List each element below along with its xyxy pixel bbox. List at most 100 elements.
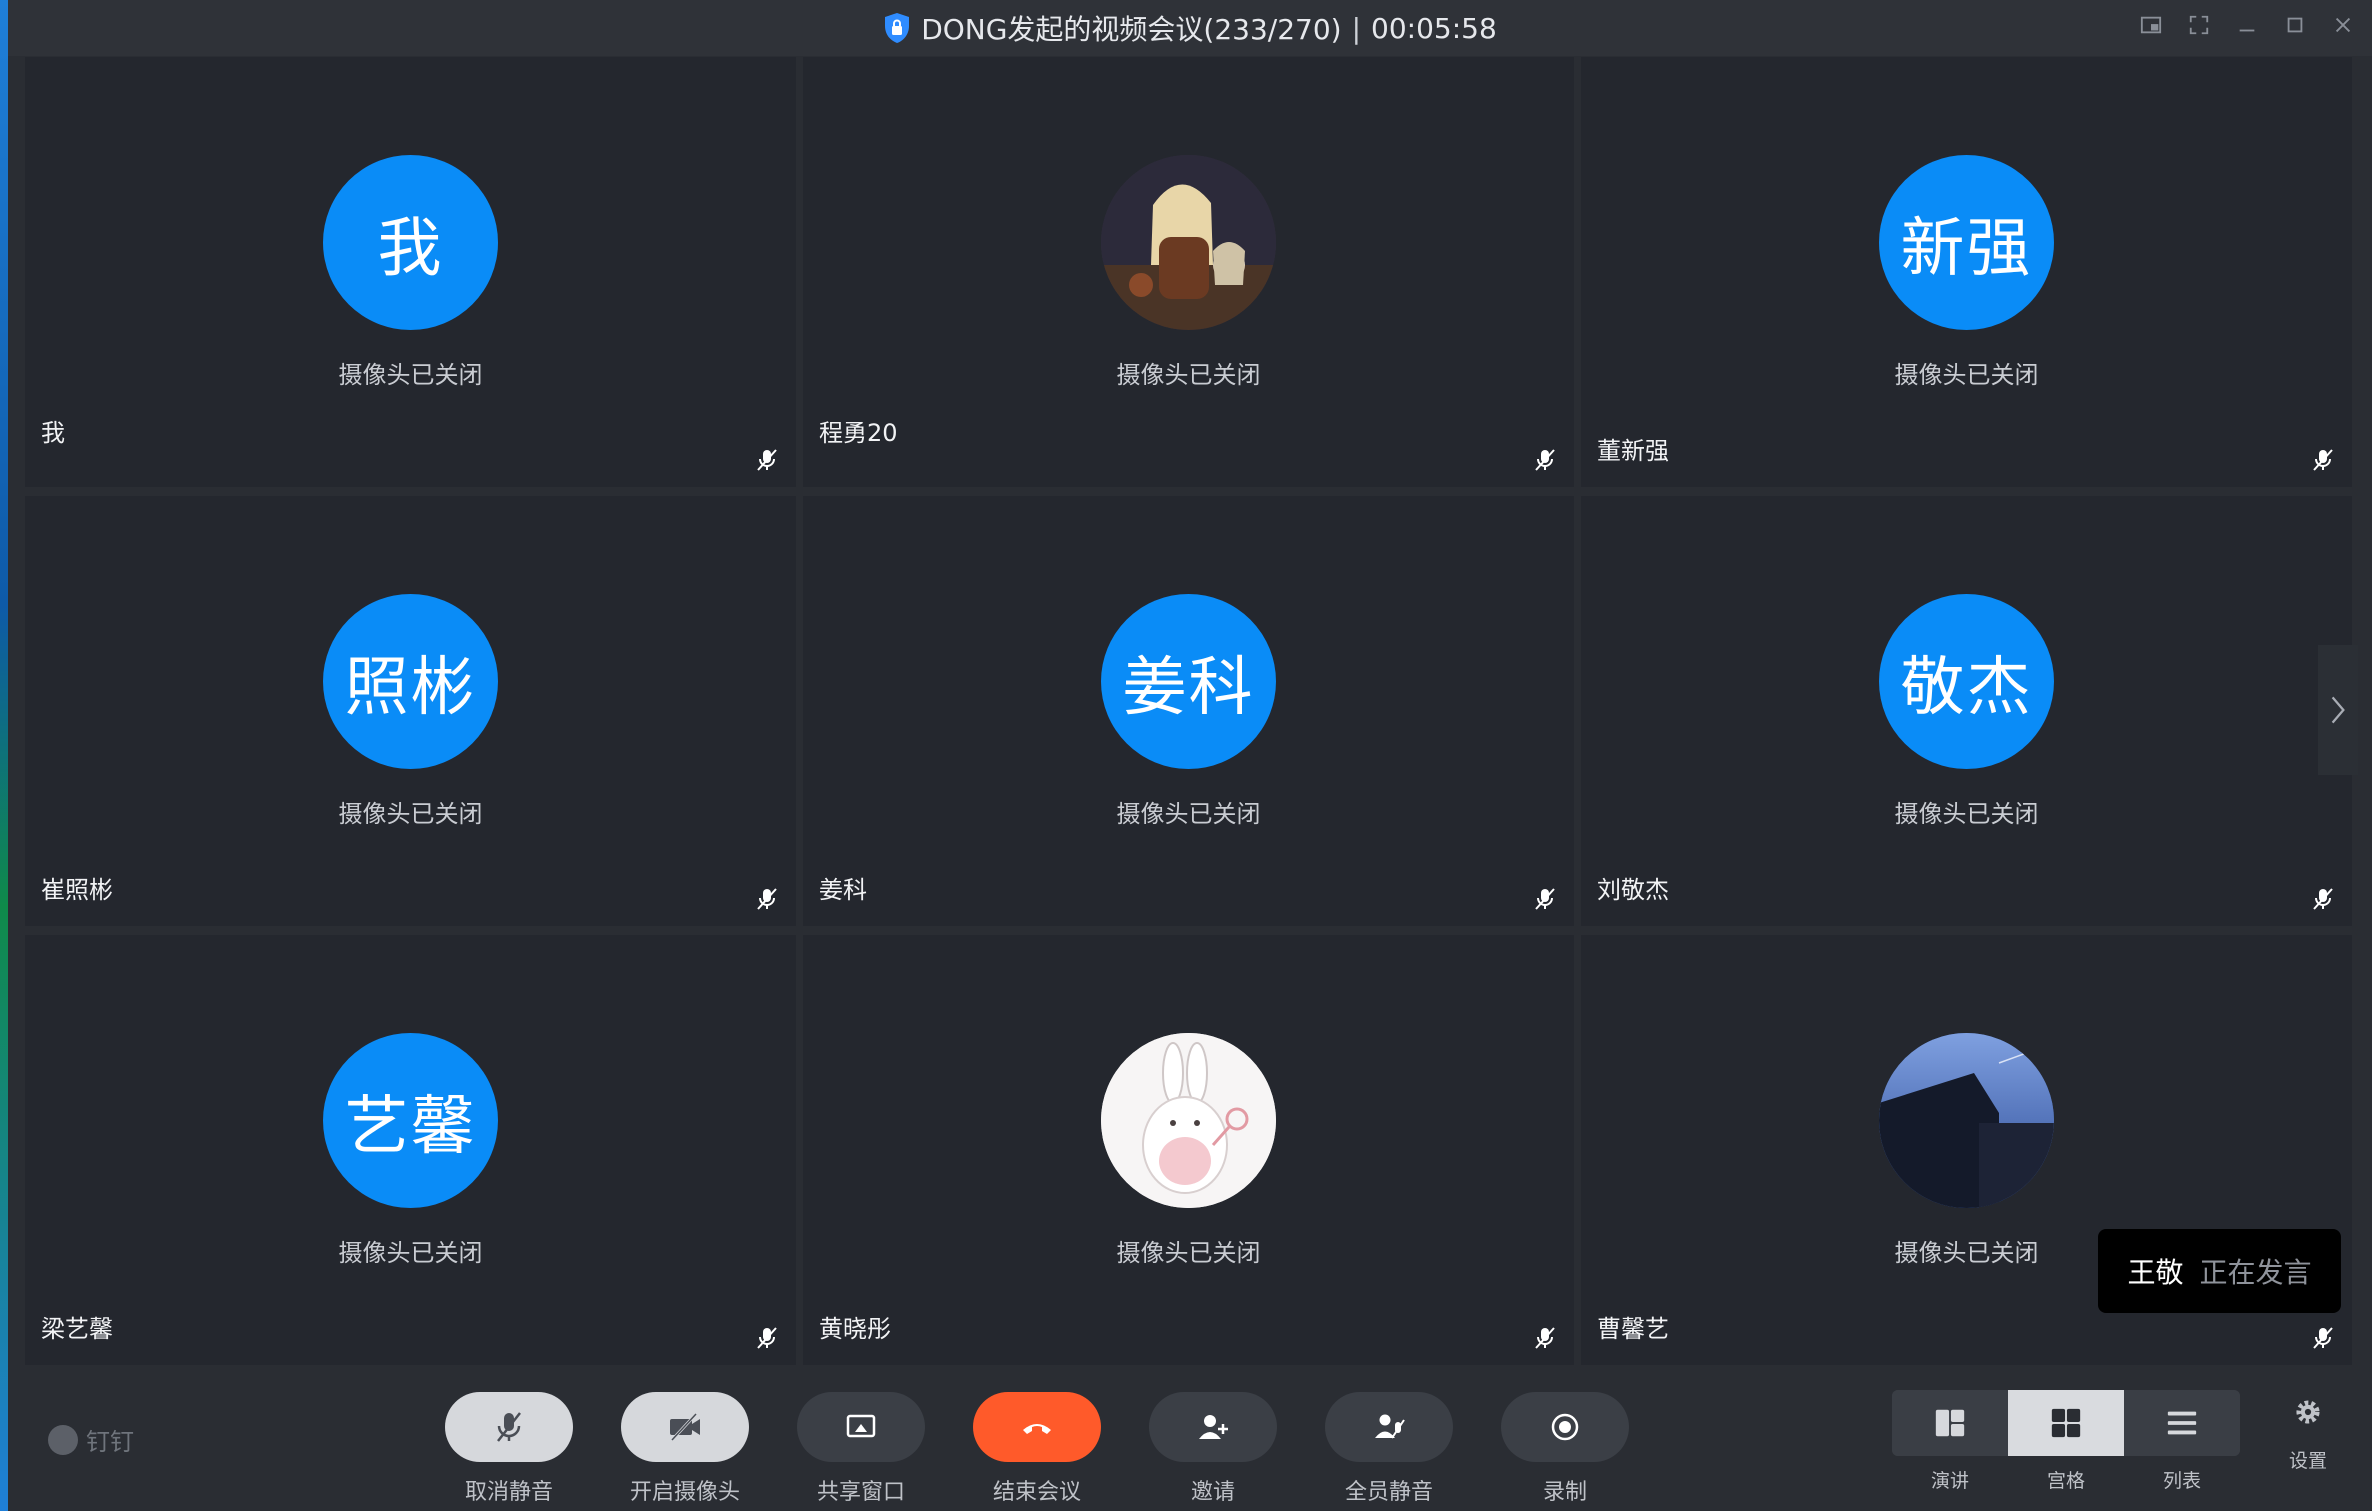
camera-status: 摄像头已关闭 [1116,1239,1261,1267]
share-window-button[interactable]: 共享窗口 [796,1392,926,1506]
unmute-pill [445,1392,573,1462]
mic-muted-icon [757,1327,777,1349]
end-meeting-button[interactable]: 结束会议 [972,1392,1102,1506]
settings-label: 设置 [2288,1450,2327,1472]
next-page-button[interactable] [2318,645,2358,775]
grid-view-icon [2051,1408,2081,1438]
mic-muted-icon [2313,888,2333,910]
mute-all-button[interactable]: 全员静音 [1324,1392,1454,1506]
settings-button[interactable]: 设置 [2278,1396,2338,1473]
meeting-toolbar: 钉钉 取消静音 开启摄像头 共享窗口 结束会议 邀请 全员静音 录制 演讲 宫格… [8,1366,2372,1511]
hang-up-icon [1023,1424,1051,1434]
record-button[interactable]: 录制 [1500,1392,1630,1506]
minimize-icon[interactable] [2234,12,2260,38]
start-camera-button[interactable]: 开启摄像头 [620,1392,750,1506]
brand-logo: 钉钉 [48,1422,134,1457]
invite-pill [1149,1392,1277,1462]
fullscreen-icon[interactable] [2186,12,2212,38]
participant-tile[interactable]: 照彬 摄像头已关闭 崔照彬 [25,496,796,926]
window-title: DONG发起的视频会议(233/270) | 00:05:58 [8,0,2372,56]
participant-tile[interactable]: 敬杰 摄像头已关闭 刘敬杰 [1581,496,2352,926]
mic-muted-icon [2313,449,2333,471]
mic-muted-icon [1535,888,1555,910]
mic-muted-icon [1535,1327,1555,1349]
avatar: 我 [323,155,498,330]
participant-name: 董新强 [1597,437,1669,465]
bunny-picture [1101,1033,1276,1208]
avatar: 新强 [1879,155,2054,330]
avatar: 敬杰 [1879,594,2054,769]
participant-tile[interactable]: 摄像头已关闭 程勇20 [803,57,1574,487]
meeting-timer: 00:05:58 [1371,11,1497,45]
record-label: 录制 [1542,1480,1587,1505]
unmute-label: 取消静音 [464,1480,553,1505]
invite-label: 邀请 [1190,1480,1235,1505]
camera-status: 摄像头已关闭 [1116,800,1261,828]
avatar-photo [1101,1033,1276,1208]
desktop-edge [0,0,8,1511]
avatar: 照彬 [323,594,498,769]
share-window-icon [846,1414,876,1438]
gear-icon [2296,1400,2320,1424]
title-bar: DONG发起的视频会议(233/270) | 00:05:58 [8,0,2372,56]
speaker-view-button[interactable] [1892,1390,2008,1456]
participant-tile[interactable]: 姜科 摄像头已关闭 姜科 [803,496,1574,926]
mute-all-pill [1325,1392,1453,1462]
building-sky-picture [1879,1033,2054,1208]
grid-view-label: 宫格 [2046,1470,2085,1492]
invite-user-icon [1199,1415,1228,1439]
participant-tile[interactable]: 艺馨 摄像头已关闭 梁艺馨 [25,935,796,1365]
speaker-name: 王敬 [2127,1256,2184,1289]
camera-status: 摄像头已关闭 [1116,361,1261,389]
window-controls [2138,12,2356,38]
end-meeting-label: 结束会议 [992,1480,1081,1505]
grid-view-button[interactable] [2008,1390,2124,1456]
participant-name: 黄晓彤 [819,1315,891,1343]
end-meeting-pill [973,1392,1101,1462]
participant-name: 梁艺馨 [41,1315,113,1343]
active-speaker-toast: 王敬 正在发言 [2098,1229,2341,1313]
list-view-icon [2167,1411,2197,1435]
share-window-label: 共享窗口 [816,1480,905,1505]
meeting-title: DONG发起的视频会议(233/270) [921,13,1342,46]
start-camera-label: 开启摄像头 [629,1480,740,1505]
maximize-icon[interactable] [2282,12,2308,38]
record-pill [1501,1392,1629,1462]
camera-status: 摄像头已关闭 [1894,361,2039,389]
invite-button[interactable]: 邀请 [1148,1392,1278,1506]
close-icon[interactable] [2330,12,2356,38]
brand-name: 钉钉 [86,1428,134,1456]
participant-name: 崔照彬 [41,876,113,904]
start-camera-pill [621,1392,749,1462]
title-separator: | [1351,11,1362,45]
speaker-status: 正在发言 [2199,1256,2312,1289]
mute-all-icon [1375,1414,1405,1439]
participant-tile[interactable]: 新强 摄像头已关闭 董新强 [1581,57,2352,487]
mic-muted-icon [2313,1327,2333,1349]
participant-name: 程勇20 [819,419,898,447]
participant-grid: 我 摄像头已关闭 我 摄像头已关闭 程勇20 新强 摄像头已关闭 董新强 照彬 … [25,57,2353,1365]
mic-off-icon [497,1412,521,1442]
anime-character-picture [1101,155,1276,330]
participant-name: 我 [41,419,65,447]
avatar: 艺馨 [323,1033,498,1208]
view-mode-switcher [1892,1390,2240,1456]
camera-status: 摄像头已关闭 [1894,800,2039,828]
list-view-label: 列表 [2162,1470,2201,1492]
dingtalk-logo-icon [48,1424,78,1455]
unmute-button[interactable]: 取消静音 [444,1392,574,1506]
avatar-photo [1101,155,1276,330]
camera-status: 摄像头已关闭 [338,1239,483,1267]
pip-icon[interactable] [2138,12,2164,38]
mic-muted-icon [1535,449,1555,471]
mute-all-label: 全员静音 [1344,1480,1433,1505]
list-view-button[interactable] [2124,1390,2240,1456]
camera-status: 摄像头已关闭 [338,361,483,389]
participant-name: 刘敬杰 [1597,876,1669,904]
participant-name: 曹馨艺 [1597,1315,1669,1343]
participant-tile[interactable]: 摄像头已关闭 黄晓彤 [803,935,1574,1365]
camera-status: 摄像头已关闭 [338,800,483,828]
participant-tile[interactable]: 我 摄像头已关闭 我 [25,57,796,487]
meeting-window: DONG发起的视频会议(233/270) | 00:05:58 我 摄像头已关闭… [0,0,2372,1511]
camera-off-icon [670,1412,700,1442]
